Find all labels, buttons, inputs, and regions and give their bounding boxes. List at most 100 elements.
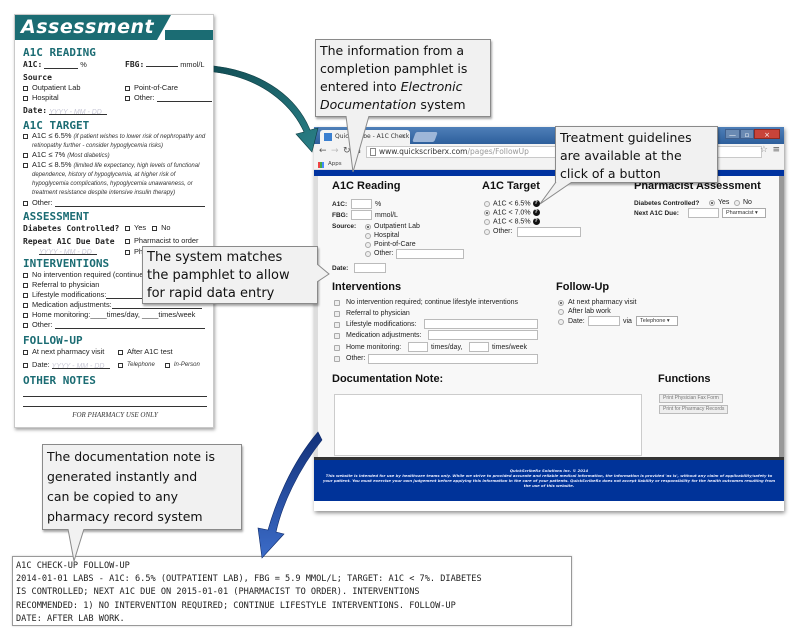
times-week-label: times/week <box>492 344 528 351</box>
bookmark-apps[interactable]: Apps <box>328 161 342 167</box>
arrow-pamphlet-to-browser <box>213 65 319 153</box>
medication-input[interactable] <box>428 330 538 340</box>
source-label: Source: <box>332 223 357 230</box>
source-radio-hospital[interactable] <box>365 233 371 239</box>
pamphlet-pharmacist-order: Pharmacist to order <box>134 236 199 245</box>
documentation-note-textarea[interactable] <box>334 394 642 456</box>
checkbox <box>118 349 123 355</box>
help-icon[interactable]: ? <box>532 218 540 225</box>
documentation-note-heading: Documentation Note: <box>332 373 444 385</box>
target-other-input[interactable] <box>517 227 581 237</box>
print-pharmacy-records-button[interactable]: Print for Pharmacy Records <box>659 405 729 414</box>
intervention-label: Other: <box>346 355 366 362</box>
followup-radio-date[interactable] <box>558 319 564 325</box>
controlled-yes-radio[interactable] <box>709 200 715 206</box>
forward-icon[interactable]: → <box>331 146 339 156</box>
intervention-label: No intervention required; continue lifes… <box>346 299 518 306</box>
pamphlet-source-option: Point-of-Care <box>134 83 178 92</box>
apps-icon <box>318 162 324 168</box>
checkbox <box>23 349 28 355</box>
pamphlet-source-option: Outpatient Lab <box>32 83 81 92</box>
checkbox <box>23 95 28 101</box>
target-option-label: A1C < 6.5% <box>493 200 531 208</box>
intervention-label: Referral to physician <box>346 310 410 317</box>
followup-option-label: At next pharmacy visit <box>568 299 637 306</box>
target-radio-6-5[interactable] <box>484 201 490 207</box>
checkbox <box>23 302 28 308</box>
menu-icon[interactable]: ≡ <box>772 145 780 155</box>
intervention-label: Medication adjustments: <box>346 332 422 339</box>
lifestyle-input[interactable] <box>424 319 538 329</box>
source-other-input[interactable] <box>396 249 464 259</box>
date-input[interactable] <box>354 263 386 273</box>
tab-close-icon[interactable]: × <box>401 133 406 140</box>
times-day-input[interactable] <box>408 342 428 352</box>
followup-radio-next-visit[interactable] <box>558 300 564 306</box>
checkbox <box>152 225 158 231</box>
pamphlet-a1c-label: A1C: <box>23 60 43 69</box>
fbg-input[interactable] <box>351 210 372 220</box>
new-tab-button[interactable] <box>412 132 438 142</box>
via-select[interactable]: Telephone ▾ <box>636 316 678 326</box>
intervention-checkbox[interactable] <box>334 333 340 339</box>
source-radio-other[interactable] <box>365 251 371 257</box>
source-radio-outpatient[interactable] <box>365 224 371 230</box>
fbg-unit: mmol/L <box>375 212 398 219</box>
checkbox <box>23 362 28 368</box>
next-due-input[interactable] <box>688 208 719 218</box>
followup-date-input[interactable] <box>588 316 620 326</box>
pamphlet-target-note: (Most diabetics) <box>67 153 110 159</box>
checkbox <box>23 134 28 139</box>
minimize-button[interactable]: — <box>725 129 740 139</box>
times-day-label: times/day, <box>431 344 463 351</box>
next-due-label: Next A1C Due: <box>634 210 679 217</box>
intervention-checkbox[interactable] <box>334 356 340 362</box>
orderer-select[interactable]: Pharmacist ▾ <box>722 208 766 218</box>
controlled-no-radio[interactable] <box>734 200 740 206</box>
pamphlet-yes: Yes <box>134 223 147 232</box>
target-option-label: Other: <box>493 228 513 235</box>
source-radio-poc[interactable] <box>365 242 371 248</box>
bookmark-star-icon[interactable]: ☆ <box>760 145 768 155</box>
pamphlet-source-label: Source <box>23 73 52 82</box>
pamphlet-followup-option: After A1C test <box>127 347 173 356</box>
print-fax-form-button[interactable]: Print Physician Fax Form <box>659 394 723 403</box>
pamphlet-followup-date-placeholder: YYYY - MM - DD <box>51 363 105 370</box>
pamphlet-intervention-item: Referral to physician <box>32 280 100 289</box>
help-icon[interactable]: ? <box>532 209 540 216</box>
times-week-input[interactable] <box>469 342 489 352</box>
intervention-checkbox[interactable] <box>334 345 340 351</box>
callout-pointer <box>345 116 370 173</box>
checkbox <box>125 95 130 101</box>
pamphlet-in-person: In-Person <box>173 362 200 368</box>
checkbox <box>125 85 130 91</box>
footer-disclaimer: This website is intended for use by heal… <box>322 473 776 488</box>
pamphlet-intervention-item: Lifestyle modifications: <box>32 290 107 299</box>
intervention-checkbox[interactable] <box>334 300 340 306</box>
checkbox <box>125 238 130 244</box>
follow-up-heading: Follow-Up <box>556 281 610 293</box>
paper-pamphlet: Assessment A1C READING A1C: % FBG: mmol/L… <box>14 14 214 428</box>
callout-emphasis: Electronic <box>400 79 463 94</box>
generated-note-output[interactable]: A1C CHECK-UP FOLLOW-UP 2014-01-01 LABS -… <box>12 556 572 626</box>
callout-text: system <box>416 97 466 112</box>
url-host: www.quickscriberx.com <box>379 147 468 156</box>
intervention-other-input[interactable] <box>368 354 538 364</box>
pamphlet-other-notes-heading: OTHER NOTES <box>23 374 96 387</box>
checkbox <box>125 249 130 255</box>
target-radio-other[interactable] <box>484 229 490 235</box>
intervention-checkbox[interactable] <box>334 311 340 317</box>
target-radio-8-5[interactable] <box>484 219 490 225</box>
close-window-button[interactable]: × <box>754 129 780 139</box>
followup-option-label: After lab work <box>568 308 611 315</box>
help-icon[interactable]: ? <box>532 200 540 207</box>
pamphlet-target-option: A1C ≤ 7% <box>32 150 66 159</box>
intervention-checkbox[interactable] <box>334 322 340 328</box>
maximize-button[interactable]: ▫ <box>740 129 754 139</box>
back-icon[interactable]: ← <box>319 146 327 156</box>
a1c-input[interactable] <box>351 199 372 209</box>
intervention-label: Lifestyle modifications: <box>346 321 417 328</box>
pamphlet-repeat-due: Repeat A1C Due Date <box>23 237 115 246</box>
followup-radio-after-lab[interactable] <box>558 309 564 315</box>
target-radio-7-0[interactable] <box>484 210 490 216</box>
